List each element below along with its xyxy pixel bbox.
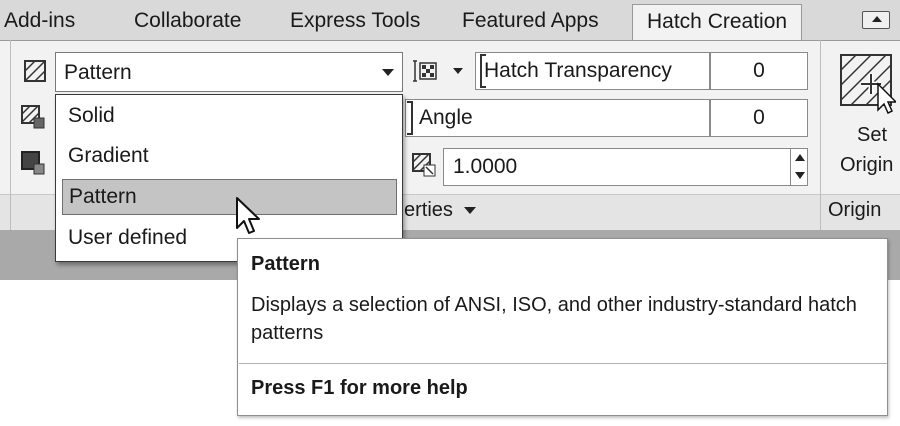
hatch-type-selected: Pattern bbox=[64, 61, 132, 84]
hatch-transparency-field[interactable]: Hatch Transparency bbox=[475, 52, 710, 90]
transparency-dropdown-arrow-icon[interactable] bbox=[453, 68, 463, 74]
set-origin-label-line2: Origin bbox=[840, 154, 894, 176]
set-origin-label-line1: Set bbox=[857, 124, 888, 146]
list-item-solid[interactable]: Solid bbox=[62, 99, 397, 135]
angle-field[interactable]: Angle bbox=[405, 99, 710, 137]
tooltip-description: Displays a selection of ANSI, ISO, and o… bbox=[251, 294, 857, 344]
ribbon-tab-bar: Add-ins Collaborate Express Tools Featur… bbox=[0, 0, 900, 40]
set-origin-button[interactable]: Set Origin bbox=[830, 50, 900, 190]
scale-icon bbox=[412, 153, 436, 177]
angle-bracket-icon bbox=[407, 101, 413, 135]
hatch-scale-value: 1.0000 bbox=[453, 155, 518, 178]
scale-spinner[interactable] bbox=[790, 148, 807, 186]
tab-hatch-creation[interactable]: Hatch Creation bbox=[632, 4, 803, 40]
hatch-color-icon[interactable] bbox=[20, 104, 46, 130]
minimize-ribbon-button[interactable] bbox=[862, 11, 890, 29]
tooltip-divider bbox=[239, 363, 887, 364]
spin-up-icon[interactable] bbox=[795, 154, 805, 161]
properties-panel-label[interactable]: erties bbox=[404, 199, 477, 222]
set-origin-icon bbox=[840, 54, 896, 114]
tab-express-tools[interactable]: Express Tools bbox=[290, 4, 420, 40]
tooltip-title: Pattern bbox=[251, 253, 320, 275]
angle-value[interactable]: 0 bbox=[710, 99, 808, 137]
hatch-type-dropdown[interactable]: Pattern bbox=[55, 52, 403, 92]
angle-label: Angle bbox=[419, 106, 473, 129]
background-color-icon[interactable] bbox=[20, 150, 46, 176]
hatch-type-list: Solid Gradient Pattern User defined bbox=[55, 94, 403, 262]
list-item-gradient[interactable]: Gradient bbox=[62, 139, 397, 175]
spin-down-icon[interactable] bbox=[795, 172, 805, 179]
panel-separator bbox=[10, 40, 11, 230]
hatch-transparency-label: Hatch Transparency bbox=[484, 59, 672, 82]
tab-featured-apps[interactable]: Featured Apps bbox=[462, 4, 599, 40]
origin-panel-label: Origin bbox=[828, 199, 882, 221]
hatch-scale-input[interactable]: 1.0000 bbox=[443, 148, 808, 186]
transparency-icon[interactable] bbox=[412, 58, 438, 84]
chevron-down-icon bbox=[382, 69, 394, 76]
panel-separator bbox=[820, 40, 821, 230]
cursor-arrow-icon bbox=[236, 197, 260, 234]
chevron-down-icon bbox=[464, 207, 477, 215]
hatch-type-icon bbox=[24, 60, 46, 82]
tooltip: Pattern Displays a selection of ANSI, IS… bbox=[237, 238, 888, 416]
tab-add-ins[interactable]: Add-ins bbox=[4, 4, 75, 40]
hatch-transparency-value[interactable]: 0 bbox=[710, 52, 808, 90]
tooltip-help: Press F1 for more help bbox=[251, 377, 468, 399]
list-item-pattern[interactable]: Pattern bbox=[62, 179, 397, 215]
tab-collaborate[interactable]: Collaborate bbox=[134, 4, 241, 40]
